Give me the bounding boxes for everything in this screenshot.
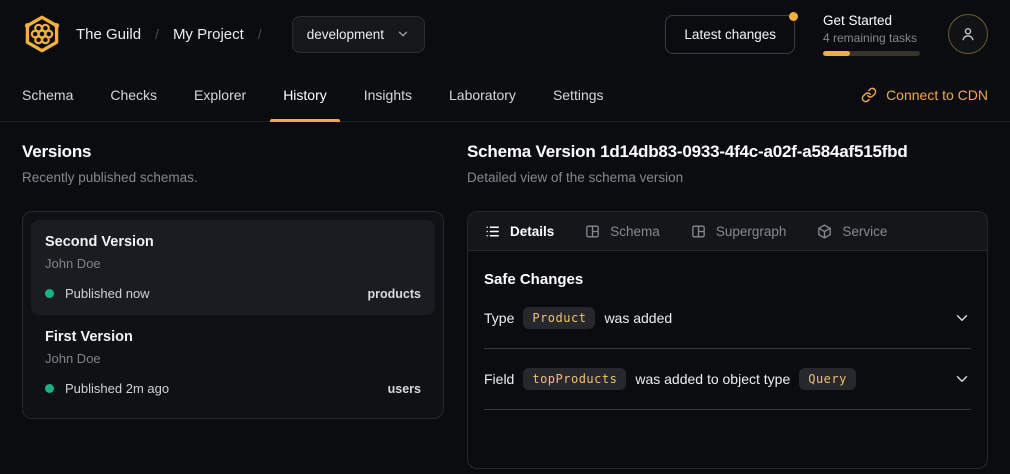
schema-version-panel: Schema Version 1d14db83-0933-4f4c-a02f-a… [467,142,988,469]
change-row[interactable]: Field topProducts was added to object ty… [484,349,971,410]
version-name: First Version [45,329,421,345]
versions-list: Second Version John Doe Published now pr… [22,211,444,419]
environment-selector-value: development [307,27,384,42]
nav-tab-explorer[interactable]: Explorer [194,68,246,121]
published-status-icon [45,384,54,393]
connect-to-cdn-link[interactable]: Connect to CDN [861,68,988,121]
version-status-row: Published 2m ago users [45,381,421,396]
breadcrumb-project[interactable]: My Project [173,26,244,43]
primary-nav: Schema Checks Explorer History Insights … [0,68,1010,122]
nav-tab-schema[interactable]: Schema [22,68,73,121]
version-published-time: Published now [65,286,150,301]
change-text: was added to object type [635,371,790,387]
header-actions: Latest changes Get Started 4 remaining t… [665,13,988,56]
user-avatar[interactable] [948,14,988,54]
chevron-down-icon [396,27,410,41]
nav-tab-checks[interactable]: Checks [110,68,157,121]
version-service-name: users [388,382,421,396]
main-content: Versions Recently published schemas. Sec… [0,122,1010,469]
code-chip: Query [799,368,856,390]
version-name: Second Version [45,234,421,250]
nav-tab-laboratory[interactable]: Laboratory [449,68,516,121]
list-icon [484,223,501,240]
version-author: John Doe [45,351,421,366]
get-started-progress-fill [823,51,850,56]
chevron-down-icon[interactable] [953,370,971,388]
person-icon [959,25,977,43]
change-row[interactable]: Type Product was added [484,288,971,349]
environment-selector[interactable]: development [292,16,425,53]
safe-changes-heading: Safe Changes [484,251,971,288]
schema-version-detail-box: Details Schema Sup [467,211,988,469]
nav-tab-history[interactable]: History [283,68,327,121]
change-text: Type [484,310,514,326]
get-started-subtitle: 4 remaining tasks [823,31,920,45]
connect-to-cdn-label: Connect to CDN [886,87,988,103]
versions-title: Versions [22,142,444,162]
guild-logo-icon[interactable] [22,14,62,54]
detail-tab-label: Schema [610,224,660,239]
nav-tab-settings[interactable]: Settings [553,68,604,121]
cube-icon [816,223,833,240]
breadcrumb-separator: / [258,26,262,42]
detail-tab-label: Details [510,224,554,239]
latest-changes-label: Latest changes [684,27,776,42]
detail-tab-service[interactable]: Service [816,223,887,240]
detail-tab-schema[interactable]: Schema [584,223,660,240]
versions-subtitle: Recently published schemas. [22,170,444,185]
get-started-widget: Get Started 4 remaining tasks [823,13,920,56]
code-chip: topProducts [523,368,626,390]
detail-tab-details[interactable]: Details [484,223,554,240]
link-icon [861,87,877,103]
schema-version-title: Schema Version 1d14db83-0933-4f4c-a02f-a… [467,142,988,162]
version-service-name: products [368,287,421,301]
version-author: John Doe [45,256,421,271]
version-status-row: Published now products [45,286,421,301]
change-text: Field [484,371,514,387]
detail-content: Safe Changes Type Product was added Fiel… [468,251,987,426]
detail-tab-bar: Details Schema Sup [468,212,987,251]
version-published-time: Published 2m ago [65,381,169,396]
detail-tab-label: Supergraph [716,224,787,239]
version-list-item[interactable]: Second Version John Doe Published now pr… [31,220,435,315]
app-header: The Guild / My Project / development Lat… [0,0,1010,68]
get-started-progress[interactable] [823,51,920,56]
versions-panel: Versions Recently published schemas. Sec… [22,142,444,469]
detail-tab-supergraph[interactable]: Supergraph [690,223,787,240]
nav-tab-insights[interactable]: Insights [364,68,412,121]
change-text: was added [604,310,672,326]
latest-changes-button[interactable]: Latest changes [665,15,795,54]
published-status-icon [45,289,54,298]
detail-tab-label: Service [842,224,887,239]
get-started-title: Get Started [823,13,920,28]
version-list-item[interactable]: First Version John Doe Published 2m ago … [31,315,435,410]
columns-icon [584,223,601,240]
code-chip: Product [523,307,595,329]
notification-dot [789,12,798,21]
chevron-down-icon[interactable] [953,309,971,327]
breadcrumb-org[interactable]: The Guild [76,26,141,43]
columns-icon [690,223,707,240]
breadcrumb-separator: / [155,26,159,42]
schema-version-subtitle: Detailed view of the schema version [467,170,988,185]
